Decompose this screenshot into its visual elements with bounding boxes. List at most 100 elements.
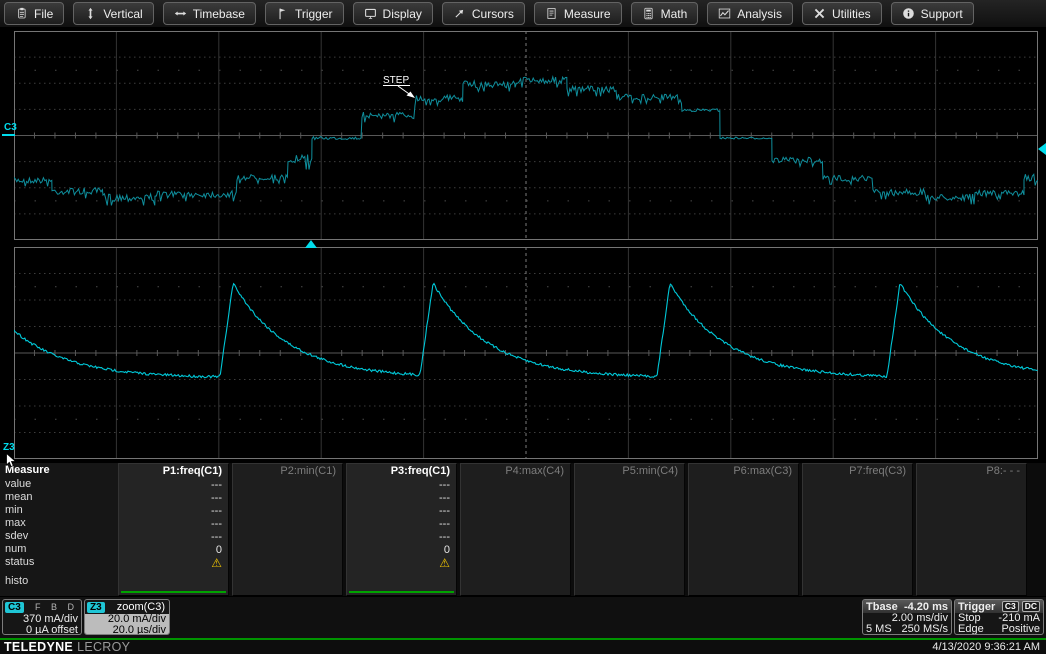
measure-value [689,531,798,544]
datetime: 4/13/2020 9:36:21 AM [932,641,1040,653]
display-monitor-icon [364,7,377,20]
z3-title: zoom(C3) [117,601,167,613]
zoom-z3-descriptor[interactable]: Z3 zoom(C3) 20.0 mA/div 20.0 µs/div [84,599,170,635]
c3-offset: 0 µA offset [3,625,81,635]
measure-table: Measurevaluemeanminmaxsdevnumstatushisto… [0,463,1046,596]
menu-button-display[interactable]: Display [353,2,433,25]
measure-value [689,505,798,518]
measure-column-header[interactable]: P7:freq(C3) [803,464,912,479]
measure-value [803,557,912,570]
zoom-position-marker[interactable] [305,240,317,248]
measure-value: --- [119,492,228,505]
timebase-descriptor[interactable]: Tbase -4.20 ms 2.00 ms/div 5 MS 250 MS/s [862,599,952,635]
histogram-cell [347,570,456,595]
measure-value [233,557,342,570]
tbase-samples: 5 MS [866,624,892,635]
measure-column-header[interactable]: P1:freq(C1) [119,464,228,479]
menu-button-math[interactable]: Math [631,2,699,25]
zoom-waveform-grid[interactable] [14,247,1038,459]
mouse-cursor [6,453,17,468]
measure-value: --- [347,479,456,492]
channel-c3-label[interactable]: C3 [4,123,17,133]
menu-button-file[interactable]: File [4,2,64,25]
measure-value: 0 [347,544,456,557]
brand-light: LECROY [77,640,130,654]
measure-value [803,544,912,557]
measure-column-p2[interactable]: P2:min(C1) [232,463,343,596]
measure-column-header[interactable]: P4:max(C4) [461,464,570,479]
measure-column-p8[interactable]: P8:- - - [916,463,1027,596]
info-circle-icon [902,7,915,20]
measure-column-p6[interactable]: P6:max(C3) [688,463,799,596]
measure-value [917,505,1026,518]
menu-button-trigger[interactable]: Trigger [265,2,344,25]
histogram-cell [917,570,1026,595]
row-label-max: max [0,517,118,530]
trigger-type: Edge [958,624,984,635]
vertical-arrows-icon [84,7,97,20]
histogram-baseline [121,591,226,593]
trigger-descriptor[interactable]: Trigger C3 DC Stop -210 mA Edge Positive [954,599,1044,635]
c3-flags: F B D [35,602,79,612]
measure-column-header[interactable]: P6:max(C3) [689,464,798,479]
menubar: File Vertical Timebase Trigger Display Cursor… [0,0,1046,28]
menu-button-timebase[interactable]: Timebase [163,2,256,25]
measure-column-p1[interactable]: P1:freq(C1)---------------0⚠ [118,463,229,596]
trigger-coupling-badge: DC [1022,601,1040,612]
tbase-title: Tbase [866,601,898,613]
measure-column-header[interactable]: P8:- - - [917,464,1026,479]
measure-value [803,492,912,505]
channel-c3-offset-indicator[interactable] [2,134,15,136]
menu-button-vertical[interactable]: Vertical [73,2,153,25]
measure-value [803,531,912,544]
measure-value: --- [347,505,456,518]
histogram-cell [575,570,684,595]
measure-value: --- [119,479,228,492]
measure-title: Measure [0,463,118,478]
measure-value: --- [119,531,228,544]
measure-column-header[interactable]: P2:min(C1) [233,464,342,479]
histogram-cell [119,570,228,595]
oscilloscope-app: File Vertical Timebase Trigger Display Cursor… [0,0,1046,654]
measure-value [575,492,684,505]
measure-value [575,518,684,531]
measure-value [461,531,570,544]
measure-value [575,479,684,492]
menu-button-measure[interactable]: Measure [534,2,622,25]
measure-value [917,518,1026,531]
measure-value [233,479,342,492]
menu-button-support[interactable]: Support [891,2,974,25]
measure-column-header[interactable]: P5:min(C4) [575,464,684,479]
utilities-tools-icon [813,7,826,20]
menu-label: Display [383,7,422,21]
measure-column-p3[interactable]: P3:freq(C1)---------------0⚠ [346,463,457,596]
histogram-cell [689,570,798,595]
z3-hdiv: 20.0 µs/div [85,625,169,635]
menu-button-cursors[interactable]: Cursors [442,2,525,25]
trigger-level-marker[interactable] [1038,143,1046,155]
menu-button-utilities[interactable]: Utilities [802,2,882,25]
histogram-cell [461,570,570,595]
measure-value [803,505,912,518]
menu-button-analysis[interactable]: Analysis [707,2,793,25]
horizontal-arrows-icon [174,7,187,20]
menu-label: File [34,7,53,21]
measure-column-p7[interactable]: P7:freq(C3) [802,463,913,596]
measure-value [233,531,342,544]
brand-bold: TELEDYNE [4,640,73,654]
tbase-offset: -4.20 ms [904,601,948,613]
zoom-z3-label[interactable]: Z3 [3,443,15,453]
channel-c3-descriptor[interactable]: C3 F B D 370 mA/div 0 µA offset [2,599,82,635]
measure-column-header[interactable]: P3:freq(C1) [347,464,456,479]
measure-value [689,544,798,557]
main-waveform-grid[interactable]: STEP [14,31,1038,240]
footer: TELEDYNE LECROY 4/13/2020 9:36:21 AM [0,640,1046,654]
measure-value [575,531,684,544]
row-label-value: value [0,478,118,491]
measure-value: 0 [119,544,228,557]
measure-column-p5[interactable]: P5:min(C4) [574,463,685,596]
measure-value [689,479,798,492]
measure-value [461,505,570,518]
measure-column-p4[interactable]: P4:max(C4) [460,463,571,596]
measure-value [917,492,1026,505]
